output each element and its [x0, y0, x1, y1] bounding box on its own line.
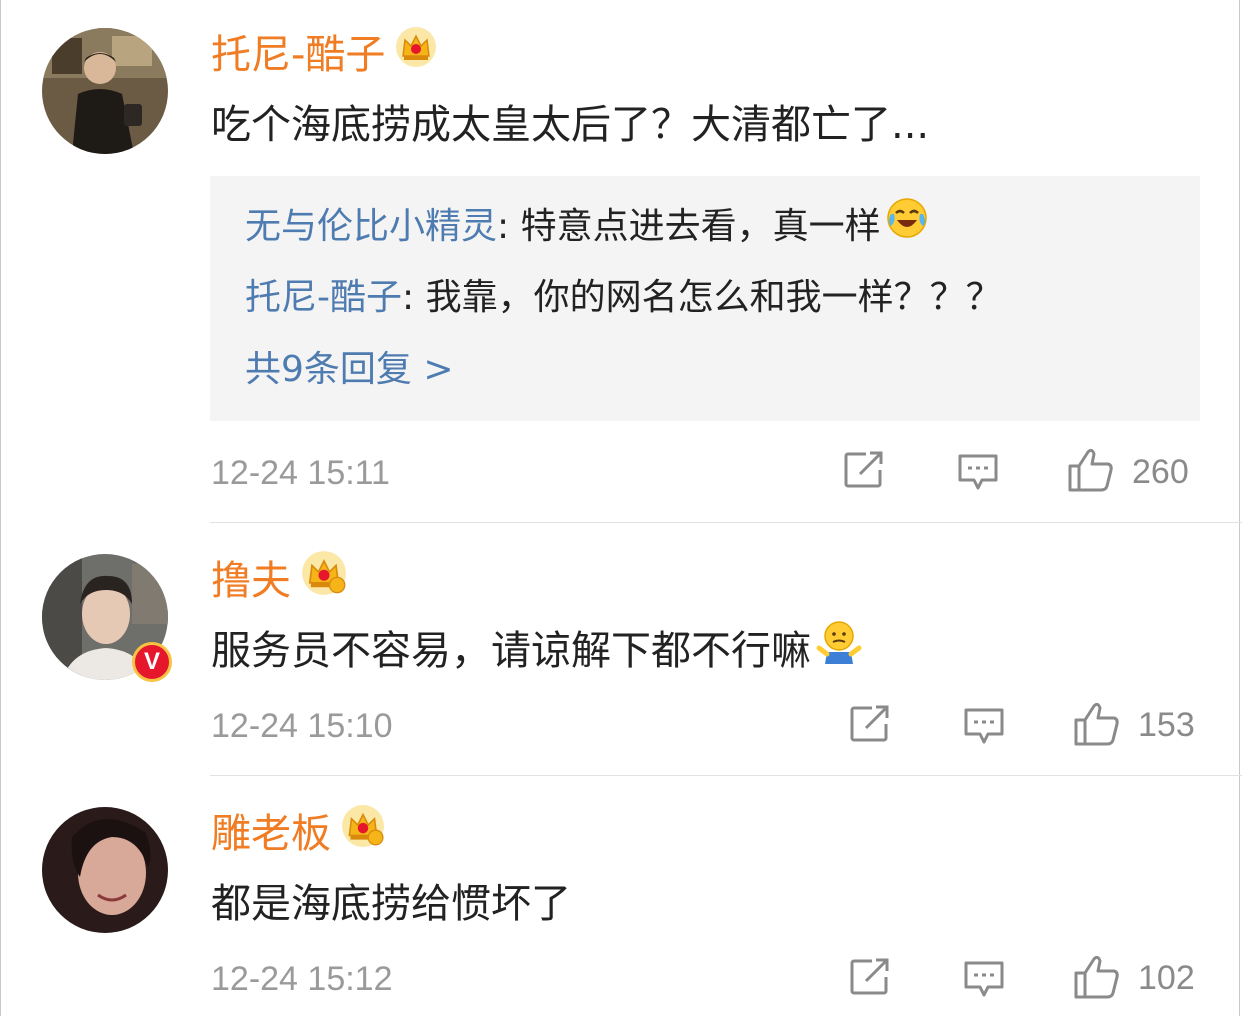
comment-text: 都是海底捞给惯坏了 [211, 881, 571, 927]
reply-username[interactable]: 托尼-酷子 [245, 277, 402, 318]
divider [210, 522, 1242, 523]
comment-icon[interactable] [962, 704, 1006, 752]
comment-icon[interactable] [956, 450, 1000, 498]
comment-text: 服务员不容易，请谅解下都不行嘛 [211, 621, 863, 680]
avatar[interactable] [42, 807, 168, 933]
comment-text-content: 服务员不容易，请谅解下都不行嘛 [211, 628, 811, 674]
share-icon[interactable] [848, 704, 892, 748]
timestamp: 12-24 15:11 [211, 454, 390, 492]
divider [210, 775, 1242, 776]
shrug-emoji [815, 618, 863, 680]
username[interactable]: 撸夫 [211, 551, 347, 608]
username-text[interactable]: 撸夫 [211, 558, 291, 604]
crown-icon [395, 26, 437, 80]
like-count: 153 [1138, 706, 1195, 744]
crown-icon [341, 804, 385, 860]
like-count: 260 [1132, 453, 1189, 491]
thumbs-up-icon[interactable] [1066, 446, 1116, 498]
username-text[interactable]: 雕老板 [211, 811, 331, 857]
crown-icon [301, 550, 347, 608]
share-icon[interactable] [848, 957, 892, 1001]
reply-item[interactable]: 托尼-酷子: 我靠，你的网名怎么和我一样？？？ [245, 275, 1002, 321]
reply-text: 特意点进去看，真一样 [520, 206, 881, 247]
username[interactable]: 托尼-酷子 [211, 27, 437, 80]
thumbs-up-icon[interactable] [1072, 700, 1122, 752]
username-text[interactable]: 托尼-酷子 [211, 32, 385, 78]
frame-border [0, 0, 1240, 1016]
comment-text: 吃个海底捞成太皇太后了？大清都亡了... [211, 102, 930, 148]
reply-separator: : [497, 206, 521, 247]
like-count: 102 [1138, 959, 1195, 997]
reply-separator: : [402, 277, 426, 318]
timestamp: 12-24 15:12 [211, 960, 393, 998]
avatar[interactable] [42, 28, 168, 154]
verified-badge: V [132, 642, 172, 682]
laugh-cry-emoji [885, 196, 929, 252]
reply-box[interactable]: 无与伦比小精灵: 特意点进去看，真一样 托尼-酷子: 我靠，你的网名怎么和我一样… [210, 176, 1200, 421]
comment-icon[interactable] [962, 957, 1006, 1005]
thumbs-up-icon[interactable] [1072, 953, 1122, 1005]
reply-username[interactable]: 无与伦比小精灵 [245, 206, 497, 247]
username[interactable]: 雕老板 [211, 805, 385, 860]
share-icon[interactable] [842, 450, 886, 494]
reply-text: 我靠，你的网名怎么和我一样？？？ [425, 277, 1002, 318]
reply-item[interactable]: 无与伦比小精灵: 特意点进去看，真一样 [245, 198, 929, 252]
timestamp: 12-24 15:10 [211, 707, 393, 745]
more-replies-link[interactable]: 共9条回复 > [245, 347, 454, 393]
